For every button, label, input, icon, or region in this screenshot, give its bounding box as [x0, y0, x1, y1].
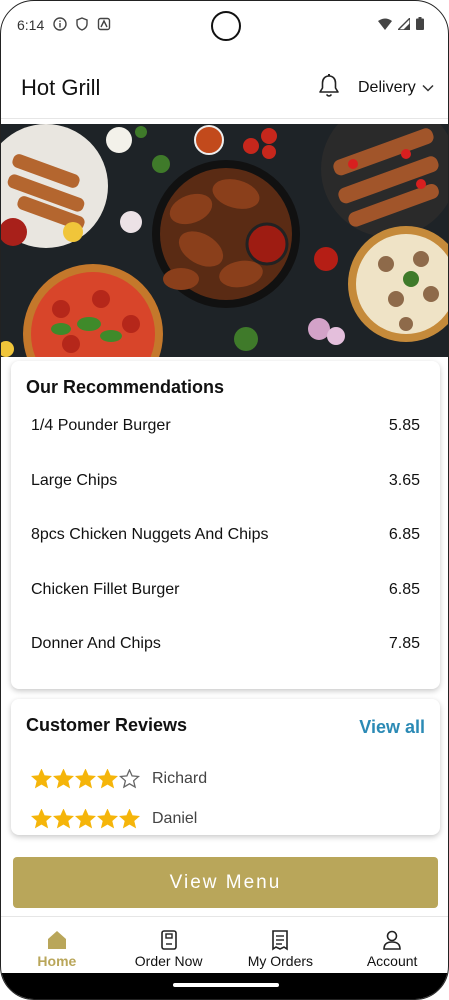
item-name: 8pcs Chicken Nuggets And Chips [31, 526, 269, 543]
item-price: 6.85 [388, 580, 420, 598]
battery-icon [416, 17, 424, 30]
star-filled-icon [97, 769, 118, 789]
star-filled-icon [119, 809, 140, 829]
recommendations-card: Our Recommendations 1/4 Pounder Burger 5… [11, 361, 440, 689]
delivery-selector[interactable]: Delivery [358, 79, 434, 97]
receipt-icon [272, 930, 289, 951]
camera-cutout [211, 11, 241, 41]
nav-order-now[interactable]: Order Now [113, 917, 225, 976]
item-name: 1/4 Pounder Burger [31, 417, 171, 434]
item-price: 3.65 [388, 471, 420, 489]
nav-home[interactable]: Home [1, 917, 113, 976]
star-filled-icon [97, 809, 118, 829]
item-name: Donner And Chips [31, 635, 161, 652]
phone-screen: 6:14 Hot Grill Delivery Our Recommendati… [0, 0, 449, 1000]
order-icon [160, 930, 177, 950]
reviewer-name: Daniel [152, 810, 198, 827]
list-item[interactable]: 1/4 Pounder Burger 5.85 [31, 417, 420, 472]
account-icon [383, 930, 401, 950]
app-header: Hot Grill Delivery [1, 59, 448, 119]
star-filled-icon [75, 809, 96, 829]
view-menu-button[interactable]: View Menu [13, 857, 438, 908]
item-price: 7.85 [388, 635, 420, 652]
signal-icon [398, 17, 410, 30]
app-notification-icon [97, 17, 111, 31]
star-rating [31, 769, 140, 789]
shield-icon [76, 17, 88, 31]
star-filled-icon [75, 769, 96, 789]
reviews-title: Customer Reviews [26, 715, 188, 735]
list-item[interactable]: Chicken Fillet Burger 6.85 [31, 581, 420, 636]
item-name: Chicken Fillet Burger [31, 580, 180, 598]
gesture-bar [1, 973, 448, 999]
recommendations-title: Our Recommendations [26, 377, 225, 397]
reviewer-name: Richard [152, 770, 208, 787]
food-spread-illustration [1, 124, 448, 357]
review-row: Daniel [31, 809, 197, 829]
nav-label: Order Now [134, 953, 203, 969]
nav-label: Account [366, 953, 418, 969]
status-system-icons [378, 17, 424, 30]
list-item[interactable]: Donner And Chips 7.85 [31, 635, 420, 690]
info-icon [53, 17, 67, 31]
item-name: Large Chips [31, 471, 118, 489]
star-empty-icon [119, 769, 140, 789]
star-filled-icon [53, 809, 74, 829]
star-rating [31, 809, 140, 829]
list-item[interactable]: Large Chips 3.65 [31, 472, 420, 527]
item-price: 6.85 [388, 526, 420, 543]
wifi-icon [378, 18, 392, 30]
restaurant-name: Hot Grill [21, 75, 101, 100]
nav-label: My Orders [247, 953, 314, 969]
delivery-label: Delivery [358, 79, 416, 96]
reviews-card: Customer Reviews View all Richard Daniel [11, 699, 440, 835]
bottom-navigation: Home Order Now My Orders Account [1, 916, 448, 976]
star-filled-icon [31, 809, 52, 829]
view-all-link[interactable]: View all [359, 717, 425, 738]
star-filled-icon [53, 769, 74, 789]
item-price: 5.85 [388, 417, 420, 434]
chevron-down-icon [422, 84, 434, 92]
status-notification-icons [53, 17, 111, 31]
nav-account[interactable]: Account [336, 917, 448, 976]
hero-food-image [1, 124, 448, 357]
home-icon [47, 931, 66, 949]
status-time: 6:14 [17, 17, 45, 33]
bell-icon[interactable] [317, 73, 341, 99]
recommendations-list: 1/4 Pounder Burger 5.85 Large Chips 3.65… [31, 417, 420, 690]
home-gesture-handle[interactable] [173, 983, 279, 987]
status-bar: 6:14 [1, 1, 448, 51]
nav-label: Home [37, 953, 77, 969]
star-filled-icon [31, 769, 52, 789]
list-item[interactable]: 8pcs Chicken Nuggets And Chips 6.85 [31, 526, 420, 581]
review-row: Richard [31, 769, 207, 789]
nav-my-orders[interactable]: My Orders [225, 917, 337, 976]
